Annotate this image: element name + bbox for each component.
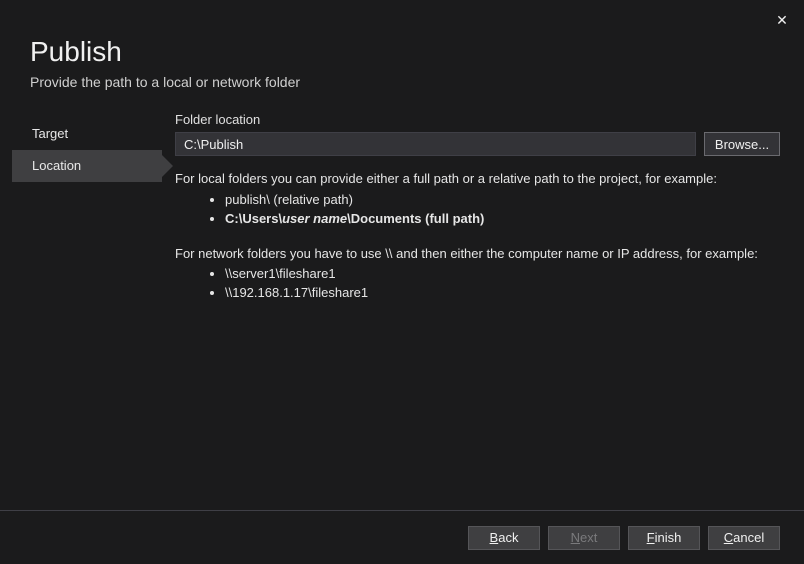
help-local-full-suffix: \Documents (full path) (347, 211, 484, 226)
dialog-header: Publish Provide the path to a local or n… (30, 36, 300, 90)
wizard-steps-sidebar: Target Location (12, 118, 162, 182)
wizard-step-label: Target (32, 126, 68, 141)
help-local-example-full: C:\Users\user name\Documents (full path) (225, 210, 780, 229)
close-button[interactable]: ✕ (770, 8, 794, 32)
help-network-example-name: \\server1\fileshare1 (225, 265, 780, 284)
help-local-full-prefix: C:\Users\ (225, 211, 282, 226)
help-local-intro: For local folders you can provide either… (175, 170, 780, 189)
cancel-button[interactable]: Cancel (708, 526, 780, 550)
help-network-intro: For network folders you have to use \\ a… (175, 245, 780, 264)
wizard-step-target[interactable]: Target (12, 118, 162, 150)
wizard-step-label: Location (32, 158, 81, 173)
finish-button[interactable]: Finish (628, 526, 700, 550)
dialog-subtitle: Provide the path to a local or network f… (30, 74, 300, 90)
dialog-title: Publish (30, 36, 300, 68)
dialog-footer: Back Next Finish Cancel (0, 510, 804, 564)
help-text: For local folders you can provide either… (175, 170, 780, 303)
next-button: Next (548, 526, 620, 550)
content-pane: Folder location Browse... For local fold… (175, 112, 780, 319)
folder-location-row: Browse... (175, 132, 780, 156)
help-network-example-ip: \\192.168.1.17\fileshare1 (225, 284, 780, 303)
back-button[interactable]: Back (468, 526, 540, 550)
close-icon: ✕ (776, 12, 788, 29)
folder-location-input[interactable] (175, 132, 696, 156)
wizard-step-location[interactable]: Location (12, 150, 162, 182)
help-local-full-username: user name (282, 211, 347, 226)
browse-button[interactable]: Browse... (704, 132, 780, 156)
help-local-example-relative: publish\ (relative path) (225, 191, 780, 210)
folder-location-label: Folder location (175, 112, 780, 127)
